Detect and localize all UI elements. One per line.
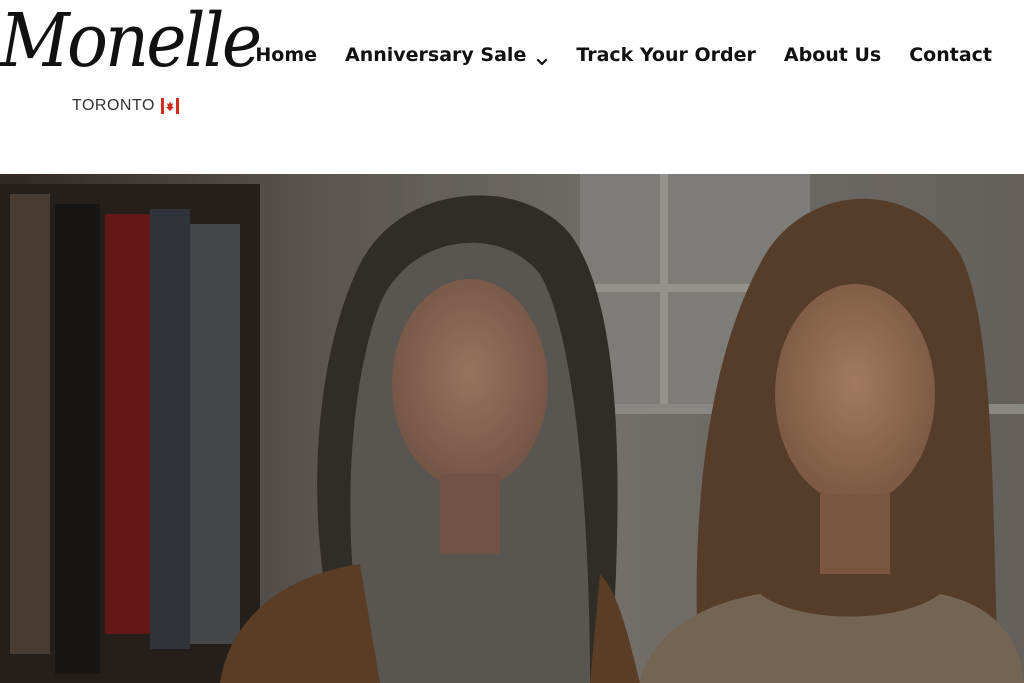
brand-city: TORONTO	[72, 97, 155, 114]
site-header: Monelle TORONTO Home Anniversary Sale Tr…	[0, 0, 1024, 174]
canada-flag-icon	[160, 98, 179, 114]
brand-logo[interactable]: Monelle TORONTO	[0, 0, 262, 130]
chevron-down-icon[interactable]	[536, 50, 548, 66]
nav-anniversary-sale[interactable]: Anniversary Sale	[345, 44, 548, 66]
nav-anniversary-sale-label: Anniversary Sale	[345, 44, 527, 66]
hero-photo-illustration	[0, 174, 1024, 683]
hero-image	[0, 174, 1024, 683]
nav-track-order[interactable]: Track Your Order	[576, 44, 756, 66]
nav-home[interactable]: Home	[255, 44, 317, 66]
brand-city-line: TORONTO	[72, 97, 179, 115]
nav-about-us[interactable]: About Us	[784, 44, 881, 66]
brand-name: Monelle	[0, 0, 262, 84]
nav-contact[interactable]: Contact	[909, 44, 992, 66]
main-nav: Home Anniversary Sale Track Your Order A…	[255, 40, 992, 70]
